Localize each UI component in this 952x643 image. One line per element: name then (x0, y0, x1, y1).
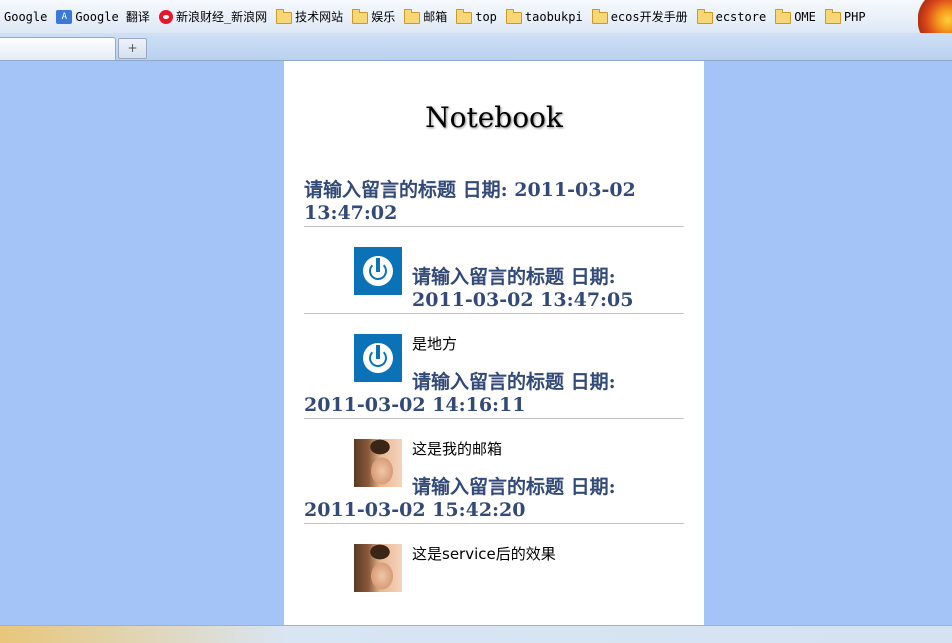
folder-icon (404, 8, 421, 24)
entry-heading: 请输入留言的标题 日期: 2011-03-02 13:47:02 (304, 179, 636, 224)
bookmark-label: top (475, 9, 497, 24)
bookmark-label: ecstore (715, 9, 767, 24)
avatar-power-icon (354, 247, 402, 295)
bookmark-label: PHP (843, 9, 866, 24)
entry-heading: 请输入留言的标题 日期: 2011-03-02 15:42:20 (304, 476, 616, 521)
new-tab-button[interactable]: + (118, 38, 147, 59)
bookmark-google-translate[interactable]: A Google 翻译 (52, 7, 155, 27)
bookmark-folder-top[interactable]: top (452, 7, 502, 27)
folder-icon (696, 8, 713, 24)
folder-icon (591, 8, 608, 24)
bookmark-label: 技术网站 (295, 10, 344, 24)
divider (304, 313, 684, 314)
divider (304, 418, 684, 419)
page-title: Notebook (425, 101, 563, 134)
weibo-icon (158, 9, 173, 24)
bookmark-folder-php[interactable]: PHP (821, 7, 871, 27)
bookmark-folder-ome[interactable]: OME (771, 7, 821, 27)
bookmark-label: 邮箱 (423, 10, 448, 24)
folder-icon (775, 8, 792, 24)
bookmark-label: Google (4, 9, 48, 24)
bookmark-label: OME (794, 9, 816, 24)
bookmark-folder-ecstore[interactable]: ecstore (693, 7, 772, 27)
taskbar (0, 625, 952, 643)
notebook-panel: Notebook 请输入留言的标题 日期: 2011-03-02 13:47:0… (284, 61, 704, 626)
entry-message: 这是我的邮箱 (412, 440, 503, 458)
avatar-photo (354, 544, 402, 592)
entry-message: 这是service后的效果 (412, 545, 556, 563)
folder-icon (505, 8, 522, 24)
entry-heading: 请输入留言的标题 日期: 2011-03-02 13:47:05 (412, 266, 634, 311)
bookmark-label: ecos开发手册 (610, 10, 688, 24)
tab-current[interactable] (0, 37, 116, 60)
entry-message: 是地方 (412, 335, 458, 353)
bookmark-folder-mail[interactable]: 邮箱 (400, 7, 452, 27)
bookmark-folder-tech[interactable]: 技术网站 (272, 7, 348, 27)
bookmark-google[interactable]: Google (0, 7, 52, 27)
bookmarks-bar: Google A Google 翻译 新浪财经_新浪网 技术网站 娱乐 邮箱 t… (0, 0, 952, 33)
folder-icon (276, 8, 293, 24)
bookmark-label: 新浪财经_新浪网 (175, 10, 268, 24)
entry-heading: 请输入留言的标题 日期: 2011-03-02 14:16:11 (304, 371, 616, 416)
bookmark-label: taobukpi (524, 9, 583, 24)
bookmark-folder-taobukpi[interactable]: taobukpi (502, 7, 588, 27)
bookmark-sina-finance[interactable]: 新浪财经_新浪网 (155, 7, 272, 27)
bookmark-folder-entertainment[interactable]: 娱乐 (348, 7, 400, 27)
bookmark-folder-ecos[interactable]: ecos开发手册 (588, 7, 693, 27)
bookmark-label: Google 翻译 (75, 10, 150, 24)
divider (304, 523, 684, 524)
folder-icon (352, 8, 369, 24)
folder-icon (824, 8, 841, 24)
divider (304, 226, 684, 227)
google-translate-icon: A (56, 9, 73, 24)
folder-icon (456, 8, 473, 24)
tab-strip: + (0, 33, 952, 61)
bookmark-label: 娱乐 (371, 10, 396, 24)
